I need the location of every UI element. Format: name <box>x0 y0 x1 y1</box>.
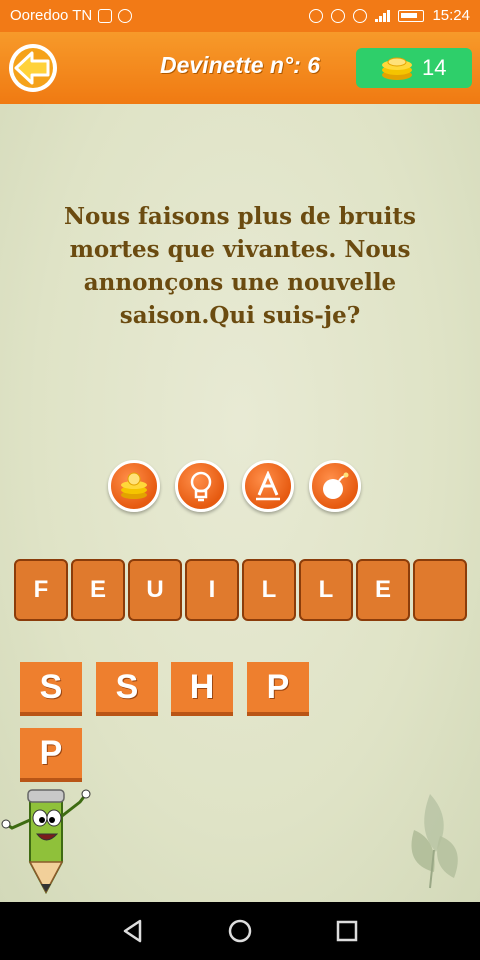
game-header: Devinette n°: 6 14 <box>0 32 480 104</box>
page-title: Devinette n°: 6 <box>159 52 320 78</box>
nfc-icon <box>309 8 324 23</box>
lightbulb-icon <box>190 471 212 502</box>
letter-tile[interactable]: H <box>171 662 233 716</box>
pencil-mascot <box>1 789 91 895</box>
buy-coins-button[interactable] <box>108 460 160 512</box>
coin-balance-button[interactable]: 14 <box>356 48 472 88</box>
answer-slot-empty[interactable] <box>413 559 467 621</box>
coin-count: 14 <box>422 55 447 80</box>
clock: 15:24 <box>432 7 470 24</box>
reveal-letter-button[interactable] <box>242 460 294 512</box>
remove-letters-button[interactable] <box>309 460 361 512</box>
answer-slot[interactable]: L <box>299 559 353 621</box>
back-arrow-icon <box>9 44 57 92</box>
answer-slot[interactable]: I <box>185 559 239 621</box>
status-bar: Ooredoo TN 15:24 <box>0 0 480 32</box>
powerup-bar <box>108 460 368 516</box>
instagram-icon <box>118 8 133 23</box>
answer-slot[interactable]: E <box>356 559 410 621</box>
answer-slot[interactable]: F <box>14 559 68 621</box>
message-icon <box>98 8 113 23</box>
coins-icon <box>121 472 147 499</box>
answer-slot[interactable]: E <box>71 559 125 621</box>
game-board: Nous faisons plus de bruits mortes que v… <box>0 104 480 902</box>
answer-slot[interactable]: L <box>242 559 296 621</box>
carrier-label: Ooredoo TN <box>10 7 93 24</box>
alarm-icon <box>331 8 346 23</box>
letter-tile[interactable]: S <box>20 662 82 716</box>
hint-button[interactable] <box>175 460 227 512</box>
answer-slot[interactable]: U <box>128 559 182 621</box>
bomb-icon <box>323 472 349 499</box>
battery-icon <box>398 9 425 22</box>
nav-home-icon[interactable] <box>225 916 255 946</box>
eye-comfort-icon <box>353 8 368 23</box>
letter-tile[interactable]: S <box>96 662 158 716</box>
nav-back-icon[interactable] <box>118 916 148 946</box>
system-nav-bar <box>0 902 480 960</box>
nav-recents-icon[interactable] <box>332 916 362 946</box>
riddle-text: Nous faisons plus de bruits mortes que v… <box>64 203 416 329</box>
letter-a-icon <box>256 471 280 501</box>
coin-stack-icon <box>382 57 412 80</box>
letter-tile[interactable]: P <box>20 728 82 782</box>
leaf-decoration <box>411 794 458 889</box>
letter-tile[interactable]: P <box>247 662 309 716</box>
back-button[interactable] <box>6 42 60 94</box>
signal-icon <box>375 9 391 22</box>
